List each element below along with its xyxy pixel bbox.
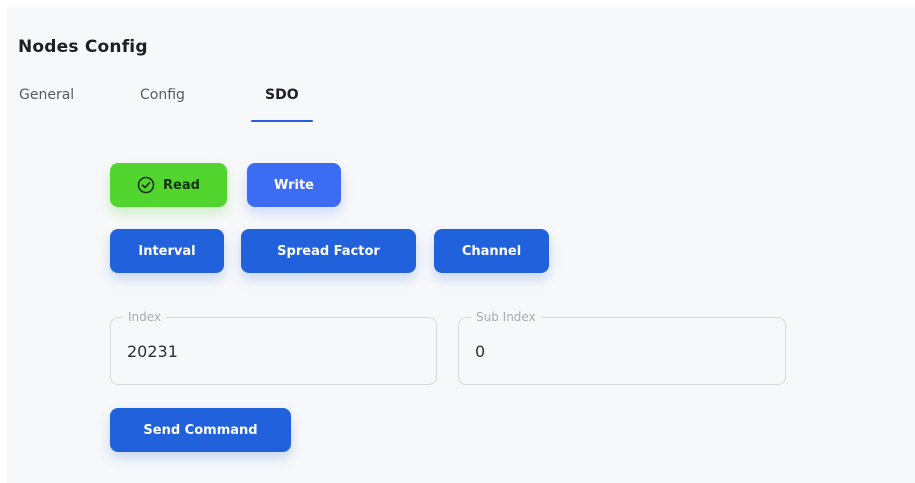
active-tab-indicator <box>251 120 313 122</box>
channel-button[interactable]: Channel <box>434 229 549 273</box>
send-command-button[interactable]: Send Command <box>110 408 291 452</box>
read-button-label: Read <box>163 177 200 193</box>
sub-index-field-label: Sub Index <box>471 310 541 324</box>
index-field-label: Index <box>123 310 167 324</box>
index-input[interactable] <box>127 342 407 361</box>
interval-button[interactable]: Interval <box>110 229 224 273</box>
write-button[interactable]: Write <box>247 163 341 207</box>
check-circle-icon <box>137 176 155 194</box>
send-command-button-label: Send Command <box>143 422 258 438</box>
spread-factor-button-label: Spread Factor <box>277 243 380 259</box>
tab-sdo[interactable]: SDO <box>265 87 299 103</box>
channel-button-label: Channel <box>461 243 522 259</box>
nodes-config-panel: Nodes Config General Config SDO Read Wri… <box>7 7 915 483</box>
sub-index-input[interactable] <box>475 342 755 361</box>
tab-general[interactable]: General <box>19 87 74 103</box>
tab-config[interactable]: Config <box>140 87 185 103</box>
read-button[interactable]: Read <box>110 163 227 207</box>
index-field[interactable]: Index <box>110 310 437 385</box>
spread-factor-button[interactable]: Spread Factor <box>241 229 416 273</box>
write-button-label: Write <box>273 177 314 193</box>
page-title: Nodes Config <box>18 37 148 57</box>
interval-button-label: Interval <box>138 243 196 259</box>
sub-index-field[interactable]: Sub Index <box>458 310 786 385</box>
